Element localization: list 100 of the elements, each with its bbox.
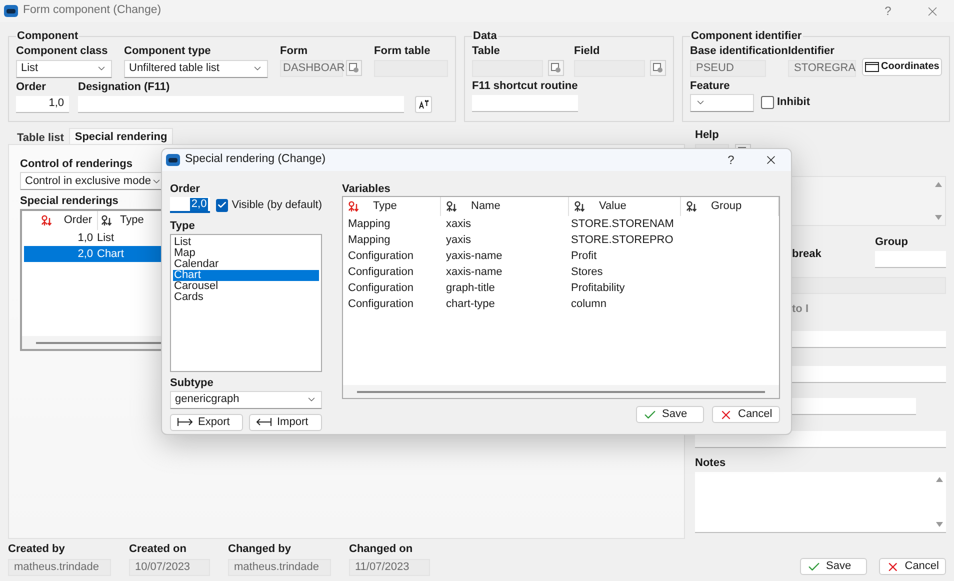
save-button[interactable]: Save (636, 406, 704, 423)
field-label: Control of renderings (20, 158, 132, 171)
field-label: Base identification (690, 44, 788, 58)
column-header[interactable]: Value (569, 197, 681, 216)
help-button[interactable]: ? (716, 151, 746, 169)
table-cell-text: STORE.STORENAM (570, 216, 675, 232)
tab[interactable]: Special rendering (68, 128, 174, 144)
table-cell-text: Configuration (347, 248, 414, 264)
checkbox[interactable] (761, 96, 774, 109)
horizontal-scrollbar[interactable] (343, 385, 779, 398)
input-field[interactable]: matheus.trindade (8, 559, 111, 576)
import-button[interactable]: Import (249, 414, 322, 430)
group-title: Component identifier (690, 29, 803, 44)
check-icon (216, 200, 227, 210)
input-field[interactable]: 1,0 (16, 96, 69, 112)
field-label: Component type (124, 44, 211, 58)
field-label: Special renderings (20, 195, 118, 208)
column-header[interactable]: Type (343, 197, 441, 216)
field-label: Component class (16, 44, 108, 58)
list-item[interactable]: Map (173, 248, 319, 258)
lookup-button[interactable] (346, 60, 362, 76)
help-button[interactable]: ? (871, 2, 905, 20)
scroll-down-icon[interactable] (934, 215, 942, 220)
column-header[interactable]: Group (681, 197, 779, 216)
window-icon (551, 62, 561, 72)
table-cell-text: STORE.STOREPRO (570, 232, 674, 248)
field-label: Changed on (349, 543, 413, 556)
notes-field[interactable] (695, 472, 946, 532)
field-label: Created by (8, 543, 65, 556)
list-item[interactable]: Cards (173, 292, 319, 302)
table-cell-text: Profit (570, 248, 598, 264)
table-cell-text: xaxis (445, 216, 472, 232)
field-label: Order (170, 183, 200, 196)
table-cell-text: xaxis-name (445, 264, 504, 280)
coordinates-button[interactable]: Coordinates (862, 58, 942, 76)
checkbox-label: Inhibit (777, 95, 810, 110)
field-label: Changed by (228, 543, 291, 556)
tab[interactable]: Table list (12, 130, 69, 144)
save-button[interactable]: Save (800, 558, 867, 575)
input-field[interactable] (78, 96, 404, 112)
cancel-button[interactable]: Cancel (712, 406, 780, 423)
table-cell-text: column (570, 296, 608, 312)
field-label: break (792, 246, 822, 262)
field-label: F11 shortcut routine (472, 80, 578, 92)
field-label: Created on (129, 543, 186, 556)
list-item[interactable]: Calendar (173, 258, 319, 270)
lookup-button[interactable] (650, 60, 666, 76)
dropdown[interactable]: Unfiltered table list (124, 60, 268, 78)
table-cell-text: Configuration (347, 264, 414, 280)
input-field[interactable]: STOREGRA (788, 60, 856, 76)
table-cell-text: yaxis (445, 232, 472, 248)
checkbox-label: Visible (by default) (232, 198, 322, 213)
dropdown[interactable]: genericgraph (170, 390, 322, 408)
column-header[interactable]: Name (441, 197, 569, 216)
table-cell-text: graph-title (445, 280, 496, 296)
input-field[interactable]: 10/07/2023 (129, 559, 210, 576)
close-icon (764, 153, 778, 167)
input-field[interactable] (875, 251, 946, 268)
input-field[interactable]: 2,0 (170, 197, 210, 214)
field-label: Designation (F11) (78, 80, 170, 94)
list-item[interactable]: List (173, 236, 319, 248)
scroll-up-icon[interactable] (936, 476, 942, 482)
lookup-button[interactable] (548, 60, 564, 76)
field-label: Order (16, 80, 46, 94)
scroll-down-icon[interactable] (936, 522, 942, 526)
field-label: Notes (695, 456, 726, 470)
checkbox[interactable] (216, 198, 228, 212)
field-label: Form table (374, 44, 430, 58)
list-item[interactable]: Chart (173, 270, 319, 280)
field-label: Help (695, 129, 719, 142)
field-label: Identifier (788, 44, 834, 58)
window-icon (349, 62, 359, 72)
field-label: Subtype (170, 376, 214, 390)
input-field[interactable]: 11/07/2023 (349, 559, 430, 576)
field-label: Table (472, 44, 500, 58)
table-cell-text: Mapping (347, 216, 392, 232)
dropdown[interactable] (690, 94, 754, 112)
field-label: Variables (342, 183, 390, 196)
window-title: Form component (Change) (23, 3, 162, 18)
window-icon (865, 62, 879, 72)
column-header[interactable]: Order (22, 211, 98, 230)
field-label: to I (792, 302, 810, 317)
list-item[interactable]: Carousel (173, 280, 319, 292)
group-title: Data (472, 29, 498, 44)
selected-text: 2,0 (190, 198, 208, 211)
table-cell-text: chart-type (445, 296, 496, 312)
font-size-icon (418, 99, 428, 109)
text-format-button[interactable] (415, 96, 432, 112)
input-field[interactable]: matheus.trindade (228, 559, 331, 576)
arrow-right-icon (177, 418, 193, 426)
input-field[interactable] (472, 94, 578, 112)
dropdown[interactable]: List (16, 60, 112, 78)
cancel-button[interactable]: Cancel (879, 558, 946, 575)
app-icon (4, 5, 18, 17)
app-icon (166, 154, 180, 166)
input-field[interactable]: PSEUD (690, 60, 766, 76)
table-cell-text: Mapping (347, 232, 392, 248)
export-button[interactable]: Export (170, 414, 243, 430)
input-field[interactable]: DASHBOAR (280, 60, 343, 76)
scroll-up-icon[interactable] (934, 182, 942, 187)
